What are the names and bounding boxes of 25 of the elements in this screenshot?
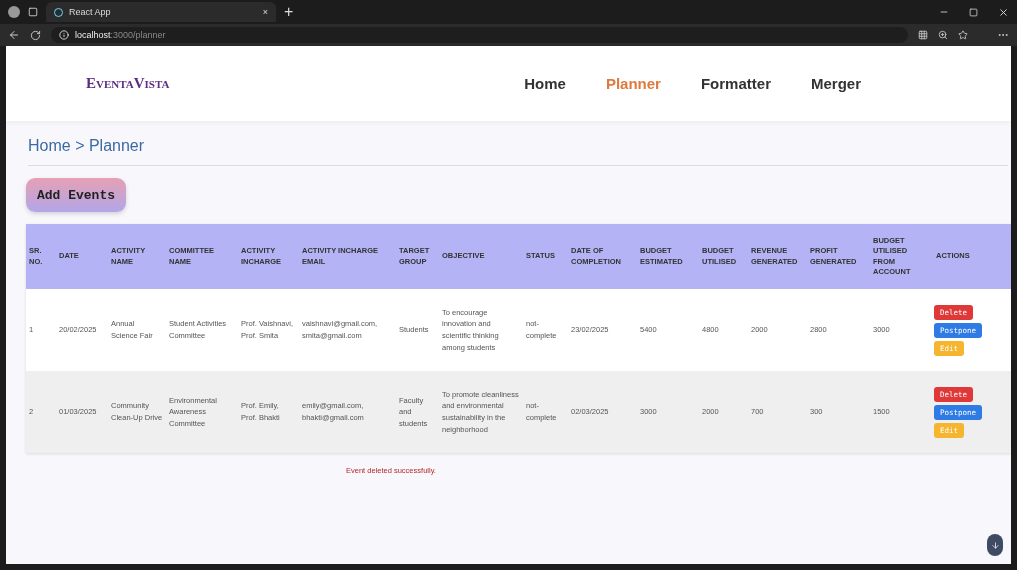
logo[interactable]: EventaVista <box>86 75 170 92</box>
nav-link[interactable]: Formatter <box>700 75 771 92</box>
scroll-down-button[interactable] <box>987 534 1003 556</box>
address-bar[interactable]: localhost:3000/planner <box>51 27 908 43</box>
url-text: localhost:3000/planner <box>75 30 166 40</box>
profile-icon[interactable] <box>8 6 20 18</box>
browser-tab[interactable]: React App × <box>46 2 276 22</box>
nav-link[interactable]: Home <box>524 75 566 92</box>
maximize-icon[interactable] <box>969 7 978 17</box>
apps-icon[interactable] <box>918 30 928 40</box>
star-icon[interactable] <box>958 30 968 40</box>
back-icon[interactable] <box>8 29 20 41</box>
tab-actions-icon[interactable] <box>28 7 38 17</box>
add-events-button[interactable]: Add Events <box>26 178 126 212</box>
close-icon[interactable] <box>998 6 1009 18</box>
nav-link[interactable]: Merger <box>810 75 861 92</box>
tab-title: React App <box>69 7 111 17</box>
arrow-down-icon <box>990 540 1000 550</box>
reload-icon[interactable] <box>30 29 41 41</box>
zoom-icon[interactable] <box>938 30 948 40</box>
new-tab[interactable]: + <box>284 3 294 21</box>
info-icon[interactable] <box>59 30 69 40</box>
breadcrumb: Home > Planner <box>28 137 1008 166</box>
tab-close[interactable]: × <box>262 7 268 17</box>
react-icon <box>54 7 63 17</box>
